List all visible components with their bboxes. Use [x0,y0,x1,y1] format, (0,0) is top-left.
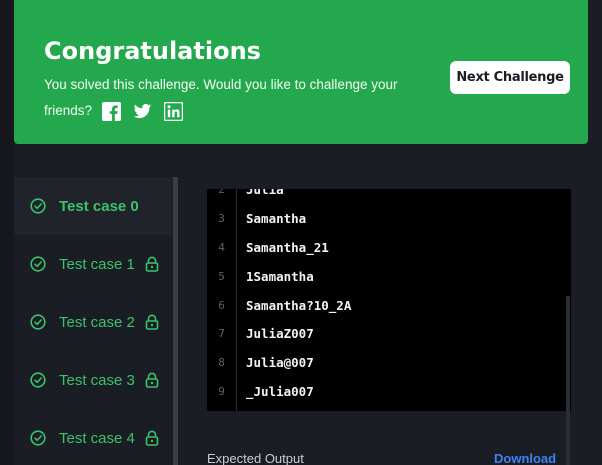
code-line: 9 _Julia007 [207,377,571,406]
tab-test-case-3[interactable]: Test case 3 [14,351,172,409]
lock-icon [145,430,159,446]
line-number: 2 [218,189,225,196]
line-number: 4 [218,241,225,254]
tab-test-case-2[interactable]: Test case 2 [14,293,172,351]
twitter-icon[interactable] [133,102,152,121]
next-challenge-button[interactable]: Next Challenge [450,61,570,94]
line-text: Samantha?10_2A [246,298,352,313]
left-edge [0,0,14,465]
check-circle-icon [30,314,46,330]
line-text: _Julia007 [246,384,314,399]
line-number: 7 [218,327,225,340]
tab-test-case-0[interactable]: Test case 0 [14,177,172,235]
check-circle-icon [30,256,46,272]
tab-label: Test case 4 [59,429,135,447]
banner-message-text: You solved this challenge. Would you lik… [44,77,398,118]
tab-test-case-1[interactable]: Test case 1 [14,235,172,293]
banner-message: You solved this challenge. Would you lik… [44,72,424,124]
facebook-icon[interactable] [101,101,121,121]
tabs-scrollbar[interactable] [173,177,178,465]
download-link[interactable]: Download [494,451,556,465]
linkedin-icon[interactable] [163,101,183,121]
social-share [101,101,183,121]
check-circle-icon [30,372,46,388]
code-line: 5 1Samantha [207,262,571,291]
check-circle-icon [30,198,46,214]
line-text: Julia [246,189,284,197]
line-text: 1Samantha [246,269,314,284]
code-line: 7 JuliaZ007 [207,319,571,348]
input-code-box: 2 Julia 3 Samantha 4 Samantha_21 5 1Sama… [207,189,571,411]
line-number: 8 [218,356,225,369]
line-number: 6 [218,299,225,312]
code-line: 3 Samantha [207,204,571,233]
content-scrollbar[interactable] [566,296,570,465]
lock-icon [145,314,159,330]
line-text: Samantha_21 [246,240,329,255]
tab-label: Test case 2 [59,313,135,331]
expected-output-label: Expected Output [207,451,304,465]
code-line: 4 Samantha_21 [207,233,571,262]
tab-label: Test case 0 [59,197,139,215]
code-line: 6 Samantha?10_2A [207,291,571,320]
banner-title: Congratulations [44,37,261,65]
lock-icon [145,372,159,388]
tab-test-case-4[interactable]: Test case 4 [14,409,172,465]
line-text: Samantha [246,211,307,226]
check-circle-icon [30,430,46,446]
success-banner: Congratulations You solved this challeng… [14,0,588,144]
line-number: 3 [218,212,225,225]
lock-icon [145,256,159,272]
code-line: 8 Julia@007 [207,348,571,377]
line-text: JuliaZ007 [246,326,314,341]
line-text: Julia@007 [246,355,314,370]
tab-label: Test case 3 [59,371,135,389]
test-case-list: Test case 0 Test case 1 Test case 2 Test… [14,177,172,465]
tab-label: Test case 1 [59,255,135,273]
code-line: 2 Julia [207,189,571,204]
line-number: 9 [218,385,225,398]
line-number: 5 [218,270,225,283]
